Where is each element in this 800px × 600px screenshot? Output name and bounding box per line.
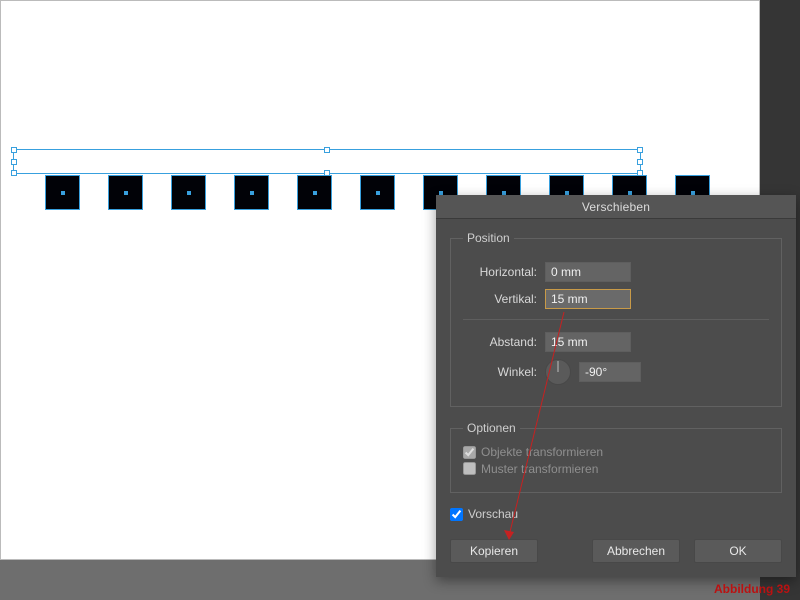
checkbox-objekte-transformieren: Objekte transformieren: [463, 445, 603, 459]
separator: [463, 319, 769, 320]
artwork-square[interactable]: [297, 175, 332, 210]
checkbox-vorschau-input[interactable]: [450, 508, 463, 521]
checkbox-muster-label: Muster transformieren: [481, 462, 598, 476]
selection-handle-nw[interactable]: [11, 147, 17, 153]
selection-handle-n[interactable]: [324, 147, 330, 153]
ok-button[interactable]: OK: [694, 539, 782, 563]
angle-dial-icon[interactable]: [545, 359, 571, 385]
dialog-button-row: Kopieren Abbrechen OK: [450, 539, 782, 563]
checkbox-objekte-input: [463, 446, 476, 459]
label-winkel: Winkel:: [463, 365, 545, 379]
checkbox-vorschau-label: Vorschau: [468, 507, 518, 521]
checkbox-muster-transformieren: Muster transformieren: [463, 462, 598, 476]
selection-handle-e[interactable]: [637, 159, 643, 165]
group-optionen-legend: Optionen: [463, 421, 520, 435]
label-abstand: Abstand:: [463, 335, 545, 349]
selection-handle-ne[interactable]: [637, 147, 643, 153]
artwork-square[interactable]: [45, 175, 80, 210]
checkbox-objekte-label: Objekte transformieren: [481, 445, 603, 459]
label-horizontal: Horizontal:: [463, 265, 545, 279]
selection-bounding-box[interactable]: [13, 149, 641, 174]
kopieren-button[interactable]: Kopieren: [450, 539, 538, 563]
artwork-square[interactable]: [360, 175, 395, 210]
label-vertikal: Vertikal:: [463, 292, 545, 306]
dialog-title: Verschieben: [436, 195, 796, 219]
artwork-square[interactable]: [171, 175, 206, 210]
selection-handle-w[interactable]: [11, 159, 17, 165]
input-vertikal[interactable]: [545, 289, 631, 309]
input-abstand[interactable]: [545, 332, 631, 352]
group-position: Position Horizontal: Vertikal: Abstand: …: [450, 231, 782, 407]
group-optionen: Optionen Objekte transformieren Muster t…: [450, 421, 782, 493]
figure-caption: Abbildung 39: [714, 582, 790, 596]
input-horizontal[interactable]: [545, 262, 631, 282]
artwork-square[interactable]: [108, 175, 143, 210]
abbrechen-button[interactable]: Abbrechen: [592, 539, 680, 563]
artwork-square[interactable]: [234, 175, 269, 210]
checkbox-muster-input: [463, 462, 476, 475]
input-winkel[interactable]: [579, 362, 641, 382]
selection-handle-sw[interactable]: [11, 170, 17, 176]
group-position-legend: Position: [463, 231, 514, 245]
checkbox-vorschau[interactable]: Vorschau: [450, 507, 518, 521]
move-dialog: Verschieben Position Horizontal: Vertika…: [436, 195, 796, 577]
